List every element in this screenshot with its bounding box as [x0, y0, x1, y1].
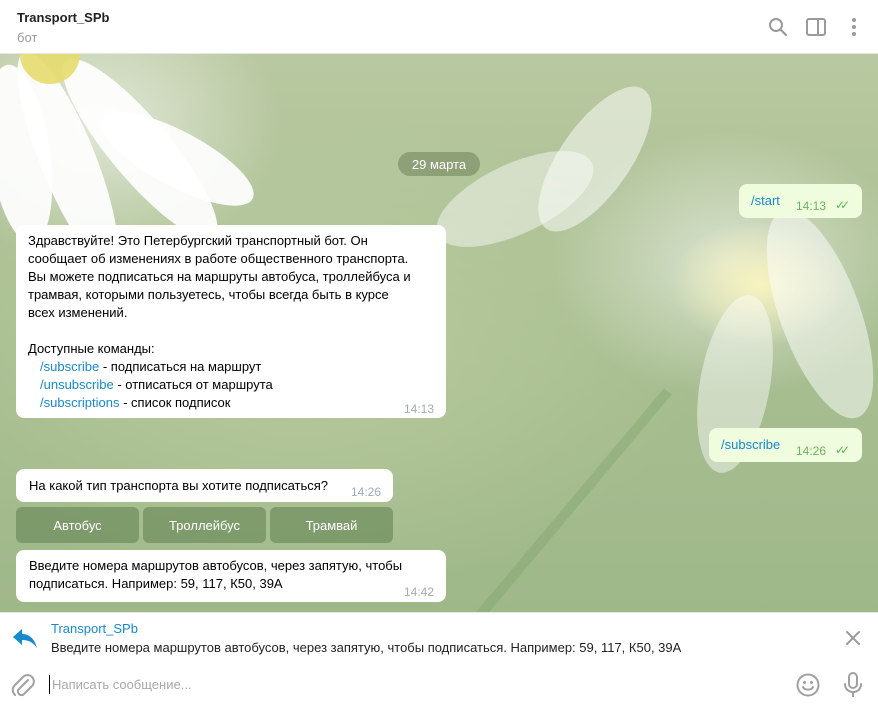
- message-time: 14:42: [404, 585, 435, 599]
- emoji-icon[interactable]: [795, 672, 821, 698]
- microphone-icon[interactable]: [842, 671, 864, 699]
- message-incoming[interactable]: Здравствуйте! Это Петербургский транспор…: [16, 225, 446, 418]
- message-text: Здравствуйте! Это Петербургский транспор…: [28, 232, 434, 412]
- attach-icon[interactable]: [10, 672, 36, 698]
- keyboard-button-tram[interactable]: Трамвай: [270, 507, 393, 543]
- compose-bar: [0, 662, 878, 708]
- message-text: Введите номера маршрутов автобусов, чере…: [29, 558, 403, 591]
- chat-history[interactable]: 29 марта /start 14:13 ✓✓ Здравствуйте! Э…: [0, 54, 878, 612]
- message-time: 14:13: [404, 402, 435, 416]
- commands-title: Доступные команды:: [28, 341, 155, 356]
- text-cursor: [49, 675, 50, 694]
- reply-text: Введите номера маршрутов автобусов, чере…: [51, 640, 682, 655]
- command-link[interactable]: /subscribe: [721, 436, 780, 454]
- reply-author: Transport_SPb: [51, 621, 138, 636]
- message-outgoing[interactable]: /start 14:13 ✓✓: [739, 184, 862, 218]
- message-input[interactable]: [52, 673, 772, 695]
- read-ticks-icon: ✓✓: [835, 198, 850, 212]
- reply-arrow-icon: [12, 627, 38, 649]
- sidebar-toggle-icon[interactable]: [804, 15, 828, 39]
- chat-title[interactable]: Transport_SPb: [17, 10, 109, 25]
- message-incoming[interactable]: На какой тип транспорта вы хотите подпис…: [16, 469, 393, 502]
- message-incoming[interactable]: Введите номера маршрутов автобусов, чере…: [16, 550, 446, 602]
- chat-subtitle: бот: [17, 30, 38, 45]
- close-reply-icon[interactable]: [843, 628, 863, 648]
- more-vertical-icon[interactable]: [842, 15, 866, 39]
- command-line: /unsubscribe - отписаться от маршрута: [40, 377, 273, 392]
- message-time: 14:26: [796, 444, 827, 458]
- read-ticks-icon: ✓✓: [835, 443, 850, 457]
- date-separator: 29 марта: [398, 152, 480, 176]
- keyboard-button-bus[interactable]: Автобус: [16, 507, 139, 543]
- command-line: /subscribe - подписаться на маршрут: [40, 359, 262, 374]
- command-link[interactable]: /subscribe: [40, 359, 99, 374]
- keyboard-button-trolleybus[interactable]: Троллейбус: [143, 507, 266, 543]
- message-time: 14:13: [796, 199, 827, 213]
- message-text: На какой тип транспорта вы хотите подпис…: [29, 478, 329, 493]
- command-link[interactable]: /unsubscribe: [40, 377, 114, 392]
- command-line: /subscriptions - список подписок: [40, 395, 231, 410]
- command-link[interactable]: /subscriptions: [40, 395, 119, 410]
- command-link[interactable]: /start: [751, 192, 780, 210]
- message-outgoing[interactable]: /subscribe 14:26 ✓✓: [709, 428, 862, 462]
- message-time: 14:26: [351, 485, 382, 499]
- search-icon[interactable]: [766, 15, 790, 39]
- reply-preview-bar[interactable]: Transport_SPb Введите номера маршрутов а…: [0, 612, 878, 662]
- chat-header: Transport_SPb бот: [0, 0, 878, 54]
